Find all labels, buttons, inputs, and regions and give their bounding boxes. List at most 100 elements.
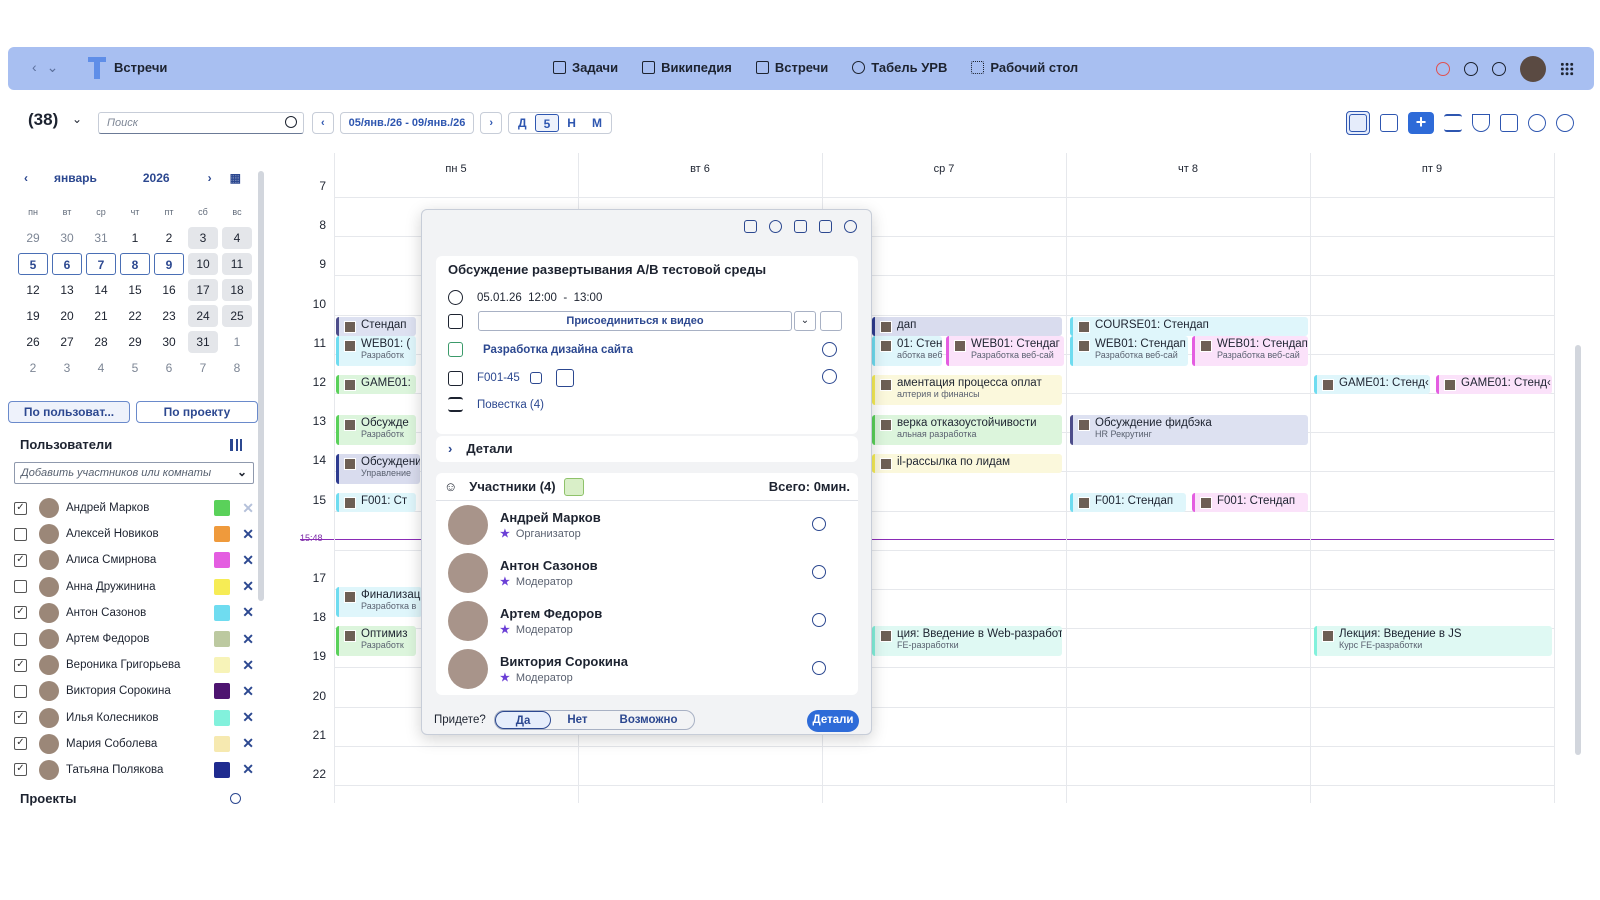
clock-settings-icon[interactable]	[812, 613, 826, 627]
cal-day[interactable]: 5	[18, 253, 48, 275]
mini-cal-month[interactable]: январь	[54, 171, 97, 185]
calendar-event[interactable]: дап	[872, 316, 1062, 336]
participant-row[interactable]: Артем Федоров ★ Модератор	[448, 601, 826, 641]
cal-day[interactable]: 14	[84, 283, 118, 297]
cal-day[interactable]: 30	[50, 231, 84, 245]
calendar-event[interactable]: верка отказоустойчивости альная разработк…	[872, 414, 1062, 445]
user-avatar[interactable]	[1520, 56, 1546, 82]
calendar-event[interactable]: аментация процесса оплат алтерия и финанс…	[872, 375, 1062, 406]
calendar-event[interactable]: GAME01:	[336, 375, 416, 395]
back-icon[interactable]: ‹	[32, 59, 37, 76]
user-checkbox[interactable]	[14, 580, 27, 594]
remove-user-icon[interactable]: ✕	[242, 604, 254, 621]
calendar-event[interactable]: Лекция: Введение в JS Курс FE-разработки	[1314, 626, 1552, 657]
user-color-swatch[interactable]	[214, 604, 231, 621]
participant-row[interactable]: Виктория Сорокина ★ Модератор	[448, 649, 826, 689]
user-row[interactable]: Анна Дружинина ✕	[14, 574, 254, 600]
day-header[interactable]: вт 6	[578, 155, 822, 183]
add-meeting-button[interactable]: +	[1408, 112, 1434, 134]
cal-day[interactable]: 8	[120, 253, 150, 275]
view-day[interactable]: Д	[510, 114, 535, 132]
remove-user-icon[interactable]: ✕	[242, 552, 254, 569]
calendar-event[interactable]: GAME01: Стенд‹	[1436, 375, 1552, 395]
cal-day[interactable]: 23	[152, 309, 186, 323]
user-row[interactable]: Алексей Новиков ✕	[14, 521, 254, 547]
join-video-button[interactable]: Присоединиться к видео	[478, 311, 792, 331]
user-checkbox[interactable]: ✓	[14, 606, 27, 620]
user-row[interactable]: ✓ Антон Сазонов ✕	[14, 600, 254, 626]
remove-user-icon[interactable]: ✕	[242, 735, 254, 752]
calendar-event[interactable]: Стендап	[336, 316, 416, 336]
user-row[interactable]: Виктория Сорокина ✕	[14, 678, 254, 704]
day-header[interactable]: ср 7	[822, 155, 1066, 183]
view-5day[interactable]: 5	[534, 114, 560, 132]
calendar-event[interactable]: F001: Ст	[336, 493, 416, 512]
user-row[interactable]: ✓ Татьяна Полякова ✕	[14, 757, 254, 783]
chevron-down-icon[interactable]: ⌄	[72, 112, 82, 126]
cal-day[interactable]: 1	[220, 335, 254, 349]
calendar-event[interactable]: WEB01: Стендаг Разработка веб-сай	[946, 336, 1064, 367]
day-header[interactable]: пн 5	[334, 155, 578, 183]
user-checkbox[interactable]	[14, 684, 27, 698]
menu-tasks[interactable]: Задачи	[553, 60, 618, 75]
cal-day[interactable]: 4	[84, 361, 118, 375]
cal-day[interactable]: 28	[84, 335, 118, 349]
user-color-swatch[interactable]	[214, 526, 231, 543]
user-checkbox[interactable]	[14, 632, 27, 646]
user-color-swatch[interactable]	[214, 709, 231, 726]
calendar-event[interactable]: Обсуждени Управление	[336, 453, 420, 484]
user-color-swatch[interactable]	[214, 735, 231, 752]
cal-day[interactable]: 25	[222, 305, 252, 327]
filter-icon[interactable]	[1472, 114, 1490, 132]
cal-day[interactable]: 31	[188, 331, 218, 353]
today-calendar-icon[interactable]: ▦	[230, 171, 241, 185]
remove-user-icon[interactable]: ✕	[242, 761, 254, 778]
cal-day[interactable]: 21	[84, 309, 118, 323]
cal-day[interactable]: 24	[188, 305, 218, 327]
user-checkbox[interactable]: ✓	[14, 763, 27, 777]
remove-user-icon[interactable]: ✕	[242, 709, 254, 726]
search-icon[interactable]	[230, 793, 241, 804]
meeting-start[interactable]: 12:00	[528, 292, 557, 304]
calendar-event[interactable]: F001: Стендап	[1070, 493, 1186, 512]
cal-day[interactable]: 5	[118, 361, 152, 375]
cal-day[interactable]: 2	[16, 361, 50, 375]
details-section[interactable]: › Детали	[436, 436, 858, 462]
table-icon[interactable]	[1500, 114, 1518, 132]
menu-meetings[interactable]: Встречи	[755, 60, 828, 75]
search-input[interactable]: Поиск	[98, 112, 304, 134]
participant-row[interactable]: Андрей Марков ★ Организатор	[448, 505, 826, 545]
date-range[interactable]: 05/янв./26 - 09/янв./26	[339, 112, 475, 134]
delete-icon[interactable]	[794, 220, 807, 233]
user-checkbox[interactable]: ✓	[14, 658, 27, 672]
cal-day[interactable]: 6	[52, 253, 82, 275]
remove-user-icon[interactable]: ✕	[242, 683, 254, 700]
user-color-swatch[interactable]	[214, 683, 231, 700]
next-month-icon[interactable]: ›	[208, 171, 212, 185]
prev-month-icon[interactable]: ‹	[24, 171, 28, 185]
chevron-down-icon[interactable]: ⌄	[47, 59, 59, 76]
user-color-swatch[interactable]	[214, 631, 231, 648]
edit-icon[interactable]	[819, 220, 832, 233]
cal-day[interactable]: 8	[220, 361, 254, 375]
remove-user-icon[interactable]: ✕	[242, 631, 254, 648]
cal-day[interactable]: 22	[118, 309, 152, 323]
day-header[interactable]: пт 9	[1310, 155, 1554, 183]
cube-icon[interactable]	[1436, 62, 1450, 76]
details-button[interactable]: Детали	[807, 710, 859, 732]
cal-day[interactable]: 1	[118, 231, 152, 245]
cal-day[interactable]: 18	[222, 279, 252, 301]
cal-day[interactable]: 29	[16, 231, 50, 245]
user-color-swatch[interactable]	[214, 761, 231, 778]
cal-day[interactable]: 4	[222, 227, 252, 249]
prev-period-button[interactable]: ‹	[312, 112, 334, 134]
menu-desktop[interactable]: Рабочий стол	[971, 60, 1078, 75]
clock-settings-icon[interactable]	[812, 565, 826, 579]
cal-day[interactable]: 3	[188, 227, 218, 249]
apps-grid-icon[interactable]	[1560, 62, 1574, 76]
sort-icon[interactable]	[1444, 114, 1462, 132]
cal-day[interactable]: 13	[50, 283, 84, 297]
calendar-event[interactable]: GAME01: Стенд‹	[1314, 375, 1430, 395]
cal-day[interactable]: 10	[188, 253, 218, 275]
sidebar-scrollbar[interactable]	[258, 155, 264, 835]
